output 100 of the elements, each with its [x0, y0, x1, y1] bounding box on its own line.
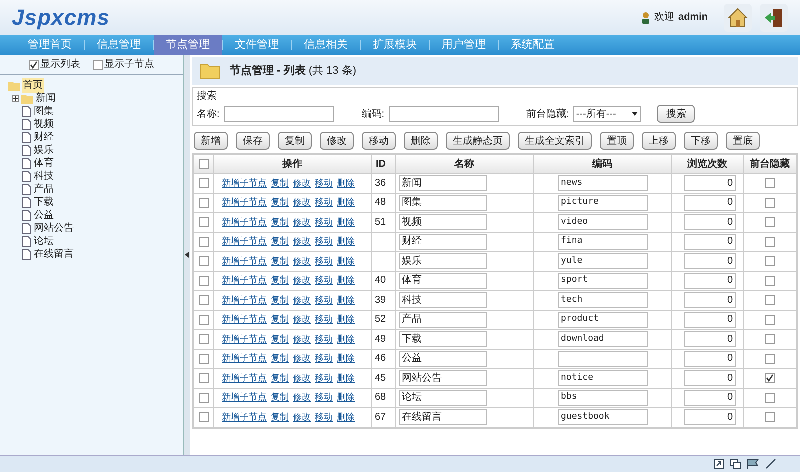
action-link[interactable]: 删除: [337, 197, 355, 207]
tree-item[interactable]: 产品: [33, 182, 55, 197]
action-link[interactable]: 修改: [293, 294, 311, 304]
code-field[interactable]: yule: [558, 253, 648, 270]
tree-item[interactable]: 科技: [33, 169, 55, 184]
action-link[interactable]: 移动: [315, 236, 333, 246]
name-field[interactable]: 视频: [399, 214, 487, 230]
checkbox[interactable]: [198, 178, 208, 188]
toolbar-button[interactable]: 生成静态页: [446, 132, 510, 150]
action-link[interactable]: 移动: [315, 197, 333, 207]
toolbar-button[interactable]: 置底: [726, 132, 760, 150]
action-link[interactable]: 修改: [293, 275, 311, 285]
toolbar-button[interactable]: 修改: [320, 132, 354, 150]
name-field[interactable]: 体育: [399, 272, 487, 289]
toolbar-button[interactable]: 复制: [278, 132, 312, 150]
action-link[interactable]: 新增子节点: [222, 197, 267, 207]
name-field[interactable]: 下载: [399, 331, 487, 348]
checkbox[interactable]: [198, 314, 208, 325]
tree-item[interactable]: 首页: [22, 78, 44, 93]
home-button[interactable]: [724, 4, 752, 32]
flag-icon[interactable]: [747, 459, 759, 469]
action-link[interactable]: 修改: [293, 353, 311, 363]
action-link[interactable]: 新增子节点: [222, 314, 267, 324]
hidden-select[interactable]: ---所有---: [573, 106, 642, 122]
checkbox[interactable]: [198, 373, 208, 384]
checkbox[interactable]: [765, 354, 775, 364]
action-link[interactable]: 复制: [271, 412, 289, 422]
tree-item[interactable]: 公益: [33, 208, 55, 223]
views-field[interactable]: 0: [684, 312, 736, 328]
views-field[interactable]: 0: [684, 292, 736, 308]
tree-item[interactable]: 网站公告: [33, 221, 75, 236]
checkbox[interactable]: [198, 276, 208, 286]
checkbox[interactable]: [765, 412, 775, 422]
toolbar-button[interactable]: 保存: [236, 132, 270, 150]
code-field[interactable]: notice: [558, 370, 648, 386]
checkbox[interactable]: [765, 236, 775, 247]
action-link[interactable]: 删除: [337, 216, 355, 226]
views-field[interactable]: 0: [684, 234, 736, 250]
views-field[interactable]: 0: [684, 272, 736, 289]
windows-icon[interactable]: [730, 459, 741, 469]
checkbox[interactable]: [765, 295, 775, 306]
checkbox[interactable]: [765, 217, 775, 228]
action-link[interactable]: 新增子节点: [222, 353, 267, 363]
checkbox[interactable]: [198, 354, 208, 364]
views-field[interactable]: 0: [684, 214, 736, 230]
views-field[interactable]: 0: [684, 175, 736, 192]
views-field[interactable]: 0: [684, 370, 736, 386]
action-link[interactable]: 复制: [271, 275, 289, 285]
action-link[interactable]: 复制: [271, 178, 289, 188]
action-link[interactable]: 修改: [293, 216, 311, 226]
action-link[interactable]: 复制: [271, 314, 289, 324]
name-input[interactable]: [224, 106, 334, 122]
name-field[interactable]: 公益: [399, 350, 487, 367]
checkbox[interactable]: [198, 256, 208, 266]
checkbox[interactable]: [765, 392, 775, 403]
action-link[interactable]: 复制: [271, 392, 289, 402]
action-link[interactable]: 删除: [337, 256, 355, 266]
expand-icon[interactable]: [12, 95, 19, 102]
action-link[interactable]: 复制: [271, 236, 289, 246]
checkbox[interactable]: [765, 198, 775, 208]
tree-item[interactable]: 视频: [33, 117, 55, 132]
action-link[interactable]: 新增子节点: [222, 294, 267, 304]
name-field[interactable]: 在线留言: [399, 409, 487, 426]
checkbox[interactable]: [92, 60, 102, 70]
name-field[interactable]: 新闻: [399, 175, 487, 192]
action-link[interactable]: 新增子节点: [222, 178, 267, 188]
action-link[interactable]: 修改: [293, 372, 311, 382]
views-field[interactable]: 0: [684, 409, 736, 426]
name-field[interactable]: 论坛: [399, 390, 487, 406]
checkbox[interactable]: [198, 236, 208, 247]
checkbox[interactable]: [765, 373, 775, 384]
tree-item[interactable]: 体育: [33, 156, 55, 171]
code-field[interactable]: [558, 350, 648, 367]
name-field[interactable]: 网站公告: [399, 370, 487, 386]
action-link[interactable]: 删除: [337, 353, 355, 363]
code-input[interactable]: [388, 106, 499, 122]
action-link[interactable]: 新增子节点: [222, 412, 267, 422]
action-link[interactable]: 删除: [337, 314, 355, 324]
toolbar-button[interactable]: 下移: [684, 132, 718, 150]
checkbox[interactable]: [765, 314, 775, 325]
action-link[interactable]: 删除: [337, 372, 355, 382]
action-link[interactable]: 移动: [315, 275, 333, 285]
action-link[interactable]: 移动: [315, 314, 333, 324]
views-field[interactable]: 0: [684, 194, 736, 211]
action-link[interactable]: 复制: [271, 216, 289, 226]
toolbar-button[interactable]: 移动: [362, 132, 396, 150]
action-link[interactable]: 复制: [271, 372, 289, 382]
action-link[interactable]: 移动: [315, 412, 333, 422]
checkbox[interactable]: [765, 334, 775, 344]
action-link[interactable]: 移动: [315, 216, 333, 226]
checkbox[interactable]: [198, 334, 208, 344]
tree-item[interactable]: 下载: [33, 195, 55, 210]
logout-button[interactable]: [760, 4, 788, 32]
code-field[interactable]: fina: [558, 234, 648, 250]
action-link[interactable]: 复制: [271, 334, 289, 344]
action-link[interactable]: 移动: [315, 256, 333, 266]
toolbar-button[interactable]: 删除: [404, 132, 438, 150]
tree-item[interactable]: 图集: [33, 104, 55, 119]
action-link[interactable]: 删除: [337, 275, 355, 285]
action-link[interactable]: 新增子节点: [222, 236, 267, 246]
